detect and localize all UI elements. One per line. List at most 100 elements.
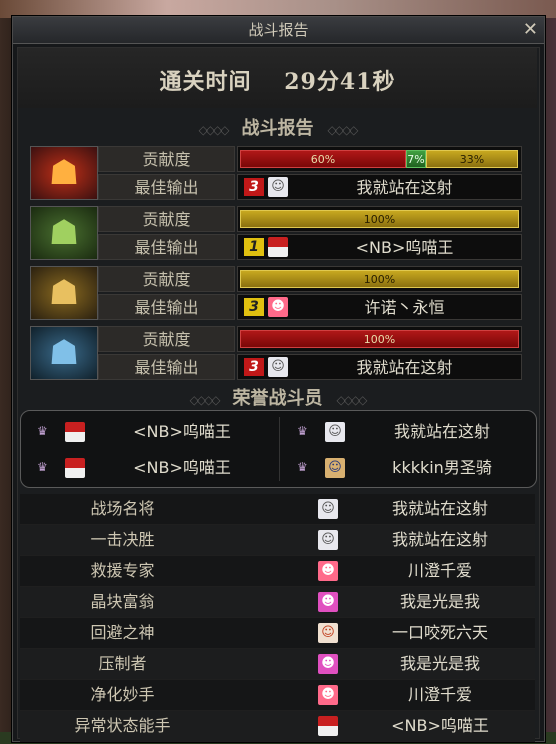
battle-report-heading: ◇◇◇◇ 战斗报告 ◇◇◇◇ [18,114,537,140]
award-title: 战场名将 [90,499,155,518]
award-player[interactable]: 我就站在这射 [350,525,530,555]
best-player-name[interactable]: 我就站在这射 [298,355,511,381]
window-title: 战斗报告 [248,21,309,39]
contribution-label: 贡献度 [98,146,235,172]
clear-time-value: 29分41秒 [284,69,396,95]
award-row: 战场名将 ☺ 我就站在这射 [20,494,535,525]
award-player[interactable]: 我是光是我 [350,587,530,617]
award-row: 净化妙手 ☻ 川澄千爱 [20,680,535,711]
boss-entry: ☗ 贡献度 100% 最佳输出 1 <NB>呜喵王 [30,206,525,262]
blue-mask-icon[interactable]: ☗ [30,326,98,380]
contribution-segment: 60% [240,150,406,168]
player-avatar-icon: ☺ [325,422,345,442]
contribution-segment: 100% [240,330,519,348]
rank-badge: 3 [244,298,264,316]
player-avatar-icon: ☺ [318,623,338,643]
best-output-value: 3 ☻ 许诺丶永恒 [237,294,522,320]
player-avatar-icon: ☺ [325,458,345,478]
rank-badge: 3 [244,358,264,376]
player-avatar-icon [65,458,85,478]
honor-members-box: ♛ <NB>呜喵王 ♛ ☺ 我就站在这射 ♛ <NB>呜喵王 ♛ ☺ kkkki… [20,410,537,488]
honor-heading: ◇◇◇◇ 荣誉战斗员 ◇◇◇◇ [18,384,537,410]
honor-member-name: kkkkin男圣骑 [392,458,492,477]
best-output-label: 最佳输出 [98,354,235,380]
award-title: 净化妙手 [90,685,155,704]
rank-badge: 3 [244,178,264,196]
close-icon[interactable]: ✕ [523,17,538,43]
clear-time-label: 通关时间 [159,69,252,95]
award-title: 压制者 [98,654,147,673]
best-output-value: 1 <NB>呜喵王 [237,234,522,260]
contribution-label: 贡献度 [98,206,235,232]
contribution-label: 贡献度 [98,266,235,292]
report-content: 通关时间 29分41秒 ◇◇◇◇ 战斗报告 ◇◇◇◇ ☗ 贡献度 60% 7% 33… [17,47,540,742]
contribution-bar: 100% [237,206,522,232]
honor-member-name: <NB>呜喵王 [133,458,231,477]
award-player[interactable]: 我就站在这射 [350,494,530,524]
rank-badge: 1 [244,238,264,256]
best-player-name[interactable]: 我就站在这射 [298,175,511,201]
player-avatar-icon: ☻ [318,685,338,705]
player-avatar-icon [65,422,85,442]
honor-member[interactable]: ♛ <NB>呜喵王 [21,451,273,485]
player-avatar-icon: ☻ [318,654,338,674]
player-avatar-icon: ☻ [268,297,288,317]
player-avatar-icon [318,716,338,736]
award-title: 一击决胜 [90,530,155,549]
crown-icon: ♛ [37,460,48,474]
award-title: 晶块富翁 [90,592,155,611]
honor-member[interactable]: ♛ <NB>呜喵王 [21,415,273,449]
contribution-segment: 33% [426,150,518,168]
battle-report-window: 战斗报告 ✕ 通关时间 29分41秒 ◇◇◇◇ 战斗报告 ◇◇◇◇ ☗ 贡献度 60… [12,16,545,742]
honor-member-name: 我就站在这射 [393,422,490,441]
award-player[interactable]: 一口咬死六天 [350,618,530,648]
best-output-value: 3 ☺ 我就站在这射 [237,354,522,380]
player-avatar-icon: ☺ [318,499,338,519]
divider-ornament-right: ◇◇◇◇ [327,123,359,137]
honor-member[interactable]: ♛ ☺ kkkkin男圣骑 [281,451,533,485]
best-player-name[interactable]: <NB>呜喵王 [298,235,511,261]
contribution-segment: 100% [240,210,519,228]
honor-title: 荣誉战斗员 [232,388,323,409]
best-output-label: 最佳输出 [98,234,235,260]
award-row: 回避之神 ☺ 一口咬死六天 [20,618,535,649]
awards-list: 战场名将 ☺ 我就站在这射 一击决胜 ☺ 我就站在这射 救援专家 ☻ 川澄千爱 … [20,494,535,742]
green-mask-icon[interactable]: ☗ [30,206,98,260]
best-output-label: 最佳输出 [98,294,235,320]
player-avatar-icon: ☺ [268,357,288,377]
contribution-label: 贡献度 [98,326,235,352]
battle-report-title: 战斗报告 [241,118,314,139]
player-avatar-icon: ☺ [318,530,338,550]
player-avatar-icon: ☺ [268,177,288,197]
award-player[interactable]: 我是光是我 [350,649,530,679]
contribution-bar: 100% [237,266,522,292]
player-avatar-icon [268,237,288,257]
award-title: 救援专家 [90,561,155,580]
award-title: 回避之神 [90,623,155,642]
best-output-label: 最佳输出 [98,174,235,200]
award-player[interactable]: 川澄千爱 [350,556,530,586]
window-titlebar[interactable]: 战斗报告 ✕ [13,17,544,44]
contribution-bar: 100% [237,326,522,352]
contribution-segment: 100% [240,270,519,288]
best-player-name[interactable]: 许诺丶永恒 [298,295,511,321]
award-row: 晶块富翁 ☻ 我是光是我 [20,587,535,618]
divider-ornament-right: ◇◇◇◇ [336,393,368,407]
award-player[interactable]: 川澄千爱 [350,680,530,710]
best-output-value: 3 ☺ 我就站在这射 [237,174,522,200]
contribution-bar: 60% 7% 33% [237,146,522,172]
fire-mask-icon[interactable]: ☗ [30,146,98,200]
honor-divider [279,417,280,481]
divider-ornament-left: ◇◇◇◇ [189,393,221,407]
boss-entry: ☗ 贡献度 100% 最佳输出 3 ☻ 许诺丶永恒 [30,266,525,322]
player-avatar-icon: ☻ [318,561,338,581]
honor-member-name: <NB>呜喵王 [133,422,231,441]
crown-icon: ♛ [297,424,308,438]
award-player[interactable]: <NB>呜喵王 [350,711,530,741]
honor-member[interactable]: ♛ ☺ 我就站在这射 [281,415,533,449]
crown-icon: ♛ [37,424,48,438]
contribution-segment: 7% [406,150,426,168]
award-title: 异常状态能手 [74,716,171,735]
award-row: 异常状态能手 <NB>呜喵王 [20,711,535,742]
gold-mask-icon[interactable]: ☗ [30,266,98,320]
